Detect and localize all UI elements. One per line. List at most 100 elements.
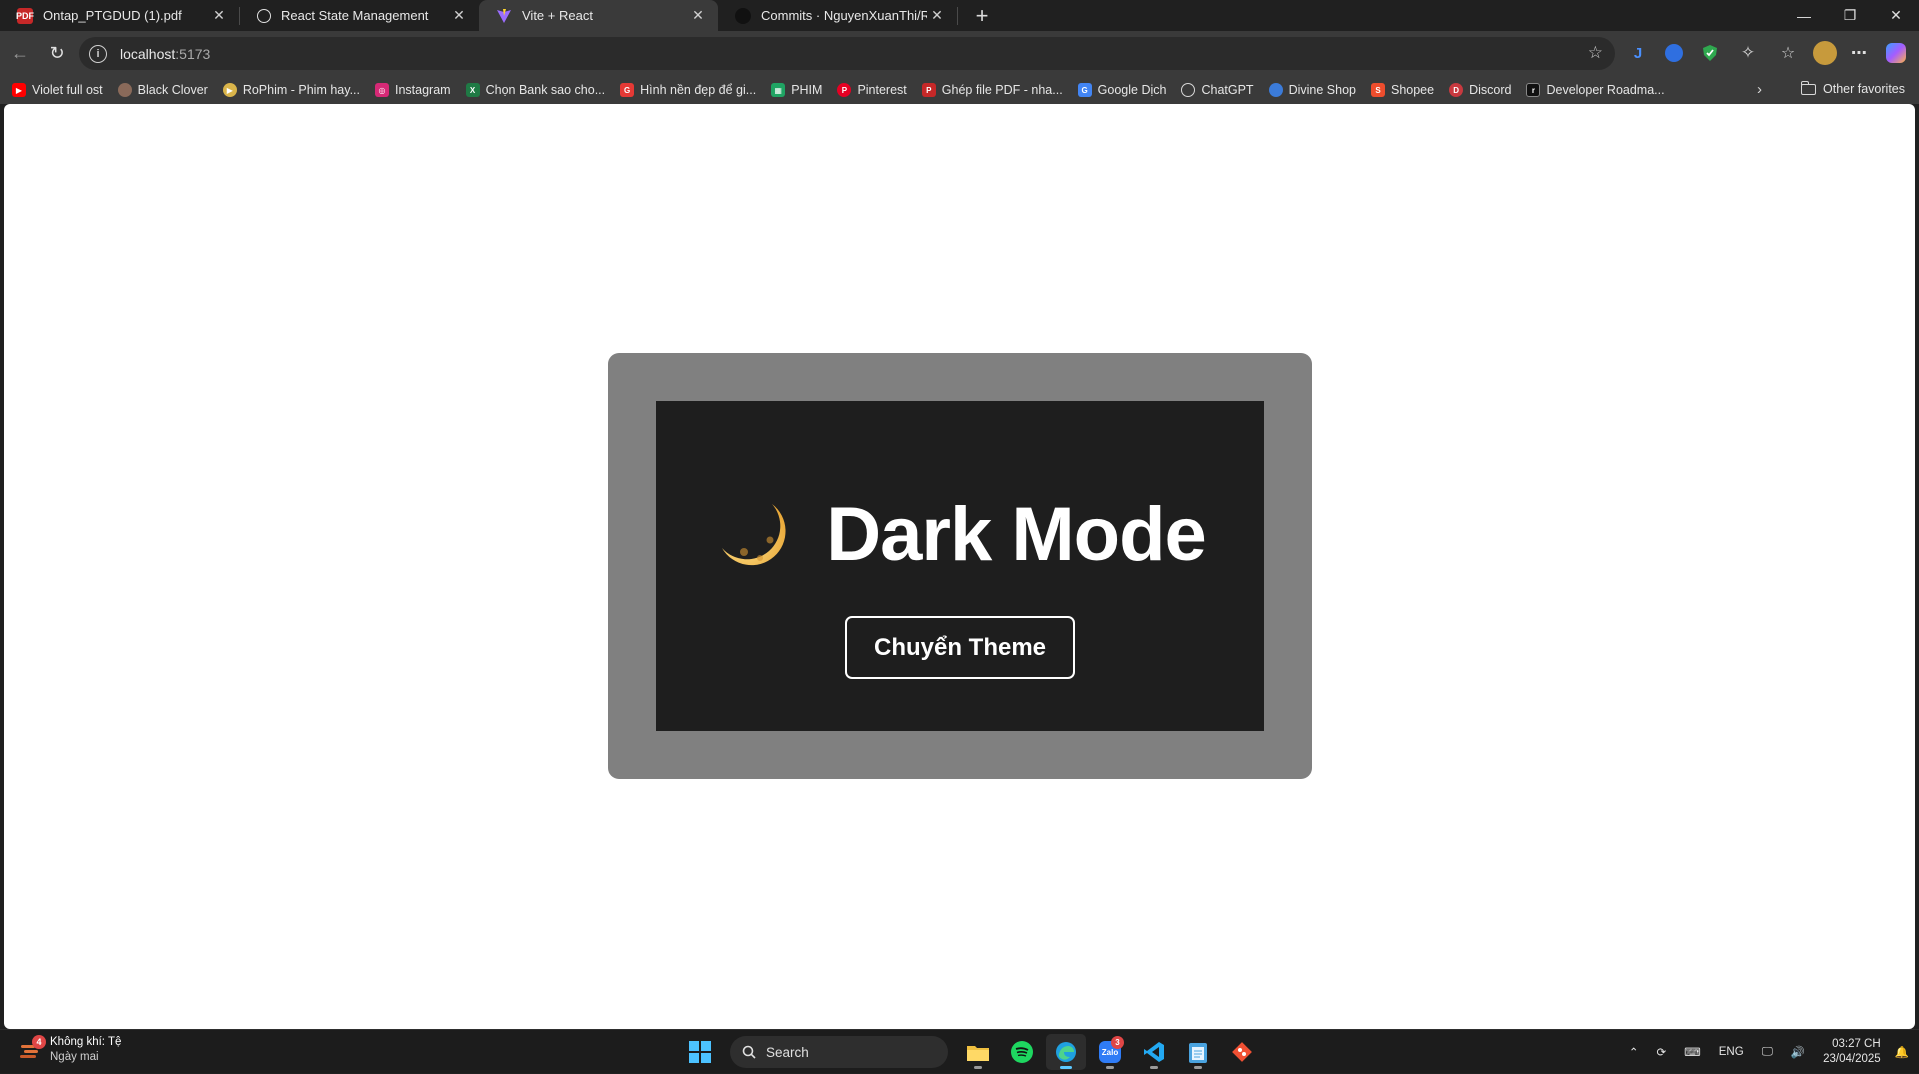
avatar-icon <box>117 83 132 97</box>
chatgpt-icon <box>257 8 271 23</box>
weather-line-2: Ngày mai <box>50 1051 99 1063</box>
tab-divider <box>957 6 958 25</box>
bookmark-label: Divine Shop <box>1288 83 1356 97</box>
bookmark-label: Chọn Bank sao cho... <box>485 83 606 97</box>
tab-title: Vite + React <box>522 8 593 23</box>
copilot-icon[interactable] <box>1882 39 1910 67</box>
tab-strip: PDF Ontap_PTGDUD (1).pdf ✕ React State M… <box>0 0 1919 31</box>
tab-pdf[interactable]: PDF Ontap_PTGDUD (1).pdf ✕ <box>0 0 239 31</box>
bookmark-item[interactable]: ▶ Violet full ost <box>12 83 103 97</box>
bookmark-item[interactable]: Divine Shop <box>1268 83 1356 97</box>
divine-icon <box>1268 83 1283 97</box>
bookmark-item[interactable]: P Ghép file PDF - nha... <box>921 83 1063 97</box>
close-icon[interactable]: ✕ <box>927 6 947 26</box>
bookmark-item[interactable]: ◎ Instagram <box>375 83 451 97</box>
bookmark-item[interactable]: G Hình nền đẹp để gi... <box>620 83 756 97</box>
tab-title: React State Management <box>281 8 429 23</box>
bookmark-label: Google Dịch <box>1097 83 1167 97</box>
spotify-icon[interactable] <box>1002 1034 1042 1070</box>
bookmark-label: Developer Roadma... <box>1546 83 1665 97</box>
bookmark-item[interactable]: S Shopee <box>1370 83 1434 97</box>
bookmark-item[interactable]: ▦ PHIM <box>771 83 822 97</box>
chevron-right-icon[interactable]: › <box>1757 81 1762 98</box>
more-menu-icon[interactable]: ⋯ <box>1845 39 1873 67</box>
sync-icon[interactable]: ⟳ <box>1657 1045 1667 1059</box>
profile-avatar[interactable] <box>1811 39 1839 67</box>
favorites-icon[interactable]: ☆ <box>1774 39 1802 67</box>
network-icon[interactable]: 🖵 <box>1762 1046 1773 1059</box>
bookmark-item[interactable]: Black Clover <box>117 83 208 97</box>
pdf-icon: P <box>921 83 936 97</box>
volume-icon[interactable]: 🔊 <box>1791 1045 1805 1059</box>
notification-icon[interactable]: 🔔 <box>1895 1045 1909 1059</box>
git-kraken-icon[interactable] <box>1222 1034 1262 1070</box>
extension-shield-icon[interactable] <box>1696 39 1724 67</box>
extension-j-icon[interactable]: J <box>1624 39 1652 67</box>
file-explorer-icon[interactable] <box>958 1034 998 1070</box>
bookmark-item[interactable]: D Discord <box>1449 83 1511 97</box>
notepad-icon[interactable] <box>1178 1034 1218 1070</box>
vscode-icon[interactable] <box>1134 1034 1174 1070</box>
site-info-icon[interactable]: i <box>89 44 107 63</box>
folder-icon <box>1800 80 1817 95</box>
window-controls: — ❐ ✕ <box>1781 0 1919 31</box>
heading-text: Dark Mode <box>826 492 1207 577</box>
clock-time: 03:27 CH <box>1832 1038 1881 1050</box>
tab-react-state[interactable]: React State Management ✕ <box>240 0 479 31</box>
extensions-puzzle-icon[interactable]: ✧ <box>1734 39 1762 67</box>
bookmark-label: Hình nền đẹp để gi... <box>640 83 757 97</box>
toggle-theme-button[interactable]: Chuyển Theme <box>844 616 1076 679</box>
bookmark-label: Discord <box>1469 83 1512 97</box>
close-icon[interactable]: ✕ <box>688 6 708 26</box>
zalo-icon[interactable]: Zalo 3 <box>1090 1034 1130 1070</box>
weather-widget[interactable]: 4 Không khí: Tệ Ngày mai <box>18 1035 121 1065</box>
keyboard-icon[interactable]: ⌨ <box>1684 1045 1701 1059</box>
bookmark-label: Pinterest <box>857 83 907 97</box>
tab-title: Commits · NguyenXuanThi/REACT <box>761 8 927 23</box>
reload-button[interactable]: ↻ <box>40 37 74 71</box>
bookmarks-bar: ▶ Violet full ost Black Clover ▶ RoPhim - … <box>0 76 1919 104</box>
bookmark-item[interactable]: G Google Dịch <box>1077 83 1167 97</box>
windows-start-icon[interactable] <box>680 1034 720 1070</box>
favorite-star-icon[interactable]: ☆ <box>1588 43 1603 63</box>
instagram-icon: ◎ <box>375 83 389 97</box>
taskbar: 4 Không khí: Tệ Ngày mai Search Zalo 3 ⌃… <box>0 1029 1919 1073</box>
bookmark-item[interactable]: ChatGPT <box>1181 83 1254 97</box>
taskbar-apps: Search Zalo 3 <box>680 1034 1266 1070</box>
restore-button[interactable]: ❐ <box>1827 0 1873 31</box>
close-icon[interactable]: ✕ <box>209 6 229 26</box>
back-button[interactable]: ← <box>3 37 37 71</box>
browser-toolbar: ← ↻ i localhost:5173 ☆ J ✧ ☆ ⋯ <box>0 31 1919 76</box>
bookmark-item[interactable]: r Developer Roadma... <box>1526 83 1665 97</box>
page-viewport: Dark Mode Chuyển Theme <box>4 104 1915 1029</box>
weather-badge: 4 <box>32 1035 46 1049</box>
other-favorites[interactable]: Other favorites <box>1800 80 1905 96</box>
sheets-icon: ▦ <box>771 83 786 97</box>
language-indicator[interactable]: ENG <box>1719 1046 1744 1058</box>
discord-icon: D <box>1449 83 1464 97</box>
bookmark-label: ChatGPT <box>1201 83 1254 97</box>
clock[interactable]: 03:27 CH 23/04/2025 <box>1823 1037 1881 1067</box>
bookmark-label: Black Clover <box>137 83 208 97</box>
close-window-button[interactable]: ✕ <box>1873 0 1919 31</box>
bookmark-item[interactable]: ▶ RoPhim - Phim hay... <box>222 83 360 97</box>
tab-github-commits[interactable]: Commits · NguyenXuanThi/REACT ✕ <box>718 0 957 31</box>
bookmark-item[interactable]: X Chọn Bank sao cho... <box>465 83 606 97</box>
translate-icon: G <box>1077 83 1092 97</box>
taskbar-search[interactable]: Search <box>730 1036 948 1068</box>
extension-speak-icon[interactable] <box>1660 39 1688 67</box>
weather-line-1: Không khí: Tệ <box>50 1036 122 1048</box>
tab-vite-react[interactable]: Vite + React ✕ <box>479 0 718 31</box>
chevron-up-icon[interactable]: ⌃ <box>1629 1045 1639 1059</box>
vite-icon <box>496 8 512 24</box>
minimize-button[interactable]: — <box>1781 0 1827 31</box>
new-tab-button[interactable]: + <box>966 0 998 31</box>
address-bar[interactable]: i localhost:5173 ☆ <box>79 37 1615 70</box>
bookmark-item[interactable]: P Pinterest <box>837 83 907 97</box>
close-icon[interactable]: ✕ <box>449 6 469 26</box>
search-label: Search <box>766 1044 809 1060</box>
g-icon: G <box>620 83 635 97</box>
other-favorites-label: Other favorites <box>1823 82 1905 96</box>
edge-browser-icon[interactable] <box>1046 1034 1086 1070</box>
bookmark-label: Violet full ost <box>32 83 103 97</box>
